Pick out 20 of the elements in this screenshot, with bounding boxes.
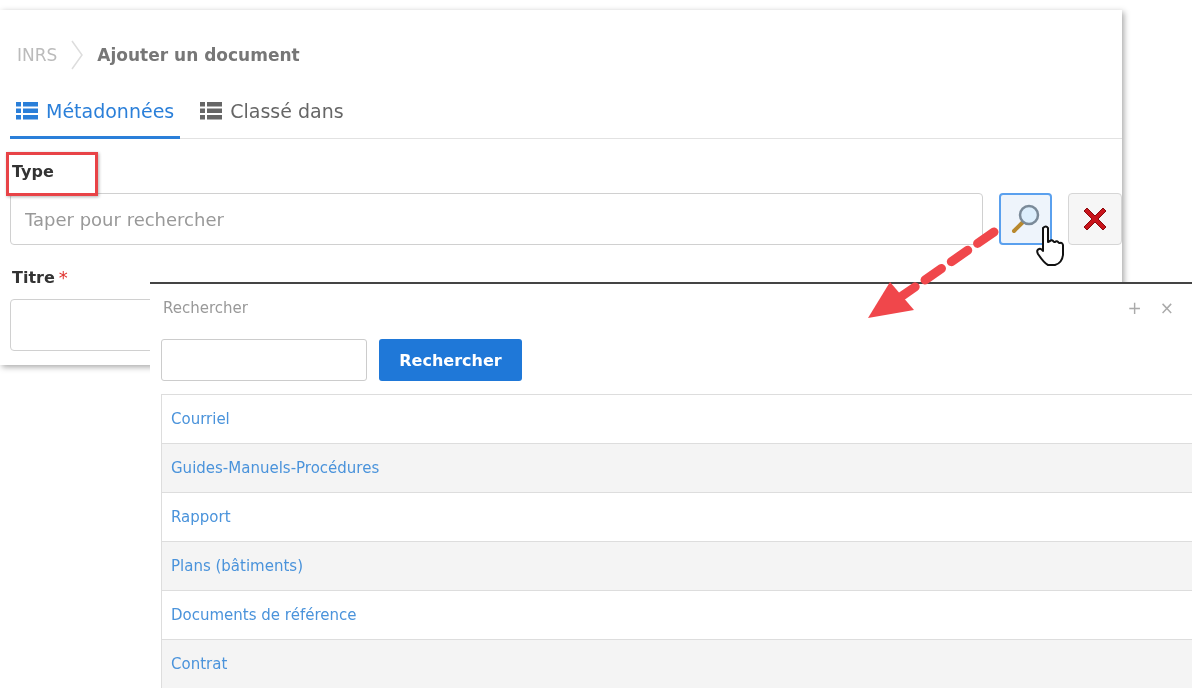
result-row[interactable]: Guides-Manuels-Procédures <box>162 444 1192 493</box>
breadcrumb-link[interactable]: INRS <box>17 45 58 65</box>
tab[interactable]: Classé dans <box>194 88 350 139</box>
search-button[interactable]: Rechercher <box>379 339 522 381</box>
list-icon <box>200 102 223 120</box>
close-icon[interactable]: × <box>1159 298 1174 318</box>
chevron-icon <box>71 40 84 70</box>
field-label: Titre <box>12 267 55 287</box>
input-field[interactable]: Taper pour rechercher <box>10 193 983 245</box>
tab[interactable]: Métadonnées <box>10 88 181 139</box>
search-field[interactable] <box>161 339 367 381</box>
result-row[interactable]: Plans (bâtiments) <box>162 542 1192 591</box>
required-mark: * <box>58 266 68 288</box>
result-row[interactable]: Contrat <box>162 640 1192 688</box>
clear-button[interactable] <box>1068 193 1122 245</box>
list-icon <box>16 102 38 120</box>
add-icon[interactable]: + <box>1127 298 1142 318</box>
dialog-title: Rechercher <box>163 299 248 317</box>
field-label: Type <box>12 161 54 181</box>
page-title: Ajouter un document <box>97 45 300 65</box>
